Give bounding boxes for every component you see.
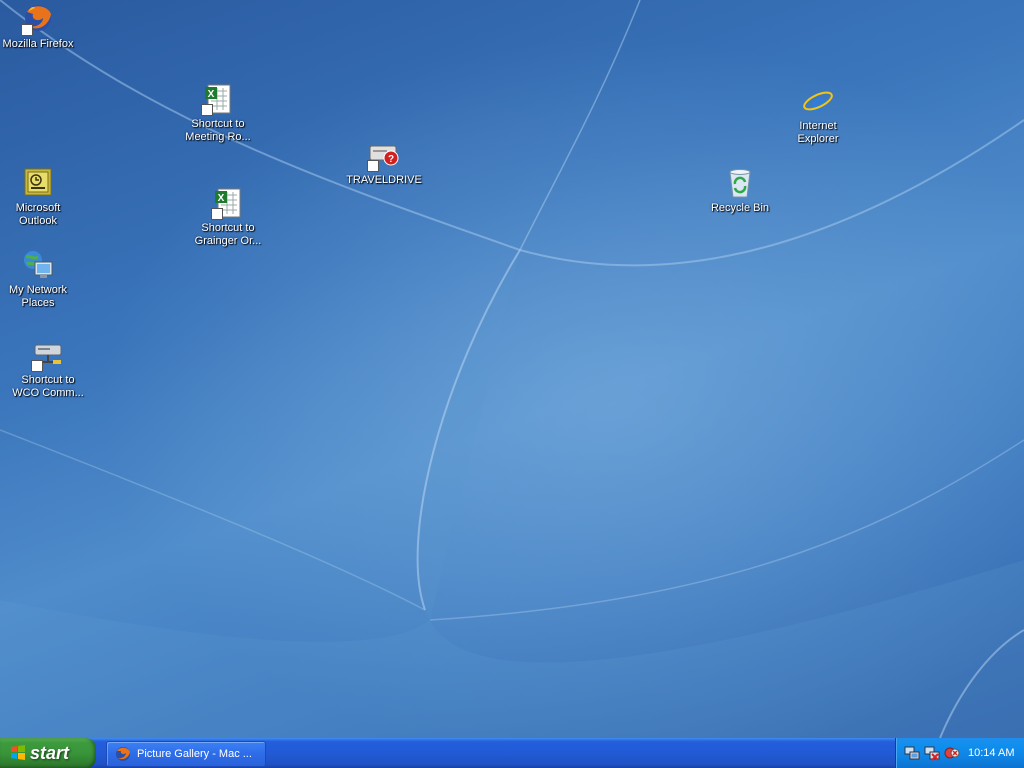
desktop-icon-grainger-shortcut[interactable]: X Shortcut to Grainger Or... <box>186 186 270 248</box>
desktop-icon-meeting-shortcut[interactable]: X Shortcut to Meeting Ro... <box>176 82 260 144</box>
network-places-icon <box>21 248 55 282</box>
desktop-icon-recycle-bin[interactable]: Recycle Bin <box>698 166 782 215</box>
taskbar-button-label: Picture Gallery - Mac ... <box>137 748 252 760</box>
shortcut-arrow-icon <box>367 160 379 172</box>
excel-shortcut-icon: X <box>201 82 235 116</box>
desktop-icon-label: Shortcut to Grainger Or... <box>194 222 262 247</box>
desktop-icon-label: My Network Places <box>8 284 68 309</box>
missing-drive-icon: ? <box>367 138 401 172</box>
shortcut-arrow-icon <box>21 24 33 36</box>
firefox-icon <box>21 2 55 36</box>
desktop-icon-internet-explorer[interactable]: e Internet Explorer <box>776 84 860 146</box>
system-tray: 10:14 AM <box>895 738 1024 768</box>
svg-text:X: X <box>208 89 215 100</box>
svg-text:e: e <box>811 86 824 118</box>
desktop-icon-traveldrive[interactable]: ? TRAVELDRIVE <box>342 138 426 187</box>
wallpaper <box>0 0 1024 738</box>
network-icon[interactable] <box>904 745 920 761</box>
security-icon[interactable] <box>944 745 960 761</box>
taskbar: start Picture Gallery - Mac ... 10:14 AM <box>0 738 1024 768</box>
desktop-icon-wco-shortcut[interactable]: Shortcut to WCO Comm... <box>6 338 90 400</box>
shortcut-arrow-icon <box>31 360 43 372</box>
desktop-icon-label: Recycle Bin <box>710 202 770 214</box>
svg-text:X: X <box>218 193 225 204</box>
desktop: Mozilla Firefox X Shortcut to Meeting Ro… <box>0 0 1024 738</box>
desktop-icon-label: Shortcut to Meeting Ro... <box>185 118 251 143</box>
windows-logo-icon <box>10 745 26 761</box>
desktop-icon-label: TRAVELDRIVE <box>346 174 422 186</box>
desktop-icon-label: Internet Explorer <box>797 120 839 145</box>
desktop-icon-outlook[interactable]: Microsoft Outlook <box>0 166 80 228</box>
desktop-icon-label: Mozilla Firefox <box>2 38 74 50</box>
network-drive-icon <box>31 338 65 372</box>
start-button[interactable]: start <box>0 738 96 768</box>
start-label: start <box>30 742 70 763</box>
network-disconnected-icon[interactable] <box>924 745 940 761</box>
shortcut-arrow-icon <box>201 104 213 116</box>
clock[interactable]: 10:14 AM <box>968 747 1014 759</box>
recycle-bin-icon <box>723 166 757 200</box>
desktop-icon-network-places[interactable]: My Network Places <box>0 248 80 310</box>
desktop-icon-firefox[interactable]: Mozilla Firefox <box>0 2 80 51</box>
excel-shortcut-icon: X <box>211 186 245 220</box>
shortcut-arrow-icon <box>211 208 223 220</box>
svg-text:?: ? <box>388 154 394 165</box>
desktop-icon-label: Shortcut to WCO Comm... <box>12 374 84 399</box>
taskbar-button-picture-gallery[interactable]: Picture Gallery - Mac ... <box>106 741 266 767</box>
desktop-icon-label: Microsoft Outlook <box>15 202 61 227</box>
outlook-icon <box>21 166 55 200</box>
firefox-icon <box>115 746 131 762</box>
internet-explorer-icon: e <box>801 84 835 119</box>
